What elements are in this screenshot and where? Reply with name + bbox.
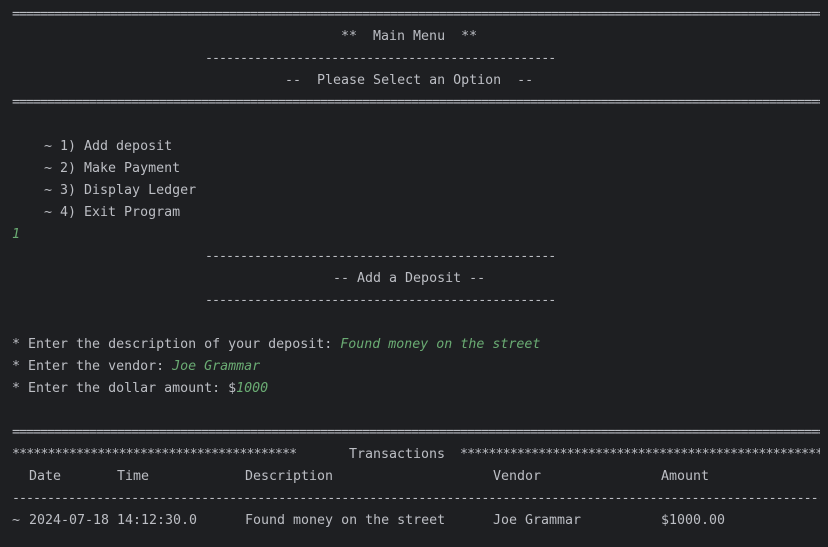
header-amount: Amount: [661, 469, 710, 484]
single-rule: ----------------------------------------…: [205, 51, 556, 66]
menu-subtitle: -- Please Select an Option --: [285, 73, 534, 88]
header-date: Date: [29, 469, 62, 484]
header-description: Description: [245, 469, 334, 484]
header-time: Time: [117, 469, 150, 484]
prompt-vendor-label: * Enter the vendor:: [12, 359, 173, 374]
vendor-input-value: Joe Grammar: [172, 359, 261, 374]
description-input-value: Found money on the street: [340, 337, 541, 352]
menu-option-display-ledger: ~ 3) Display Ledger: [44, 183, 197, 198]
prompt-description-line: * Enter the description of your deposit:…: [12, 334, 540, 356]
add-deposit-title: -- Add a Deposit --: [333, 271, 486, 286]
main-menu-title: ** Main Menu **: [341, 29, 478, 44]
double-rule: ========================================…: [12, 95, 820, 110]
single-rule: ----------------------------------------…: [12, 491, 820, 506]
run-console-output: ========================================…: [0, 0, 828, 547]
row-amount: $1000.00: [661, 513, 726, 528]
single-rule: ----------------------------------------…: [205, 293, 556, 308]
menu-option-make-payment: ~ 2) Make Payment: [44, 161, 181, 176]
menu-option-exit-program: ~ 4) Exit Program: [44, 205, 181, 220]
header-vendor: Vendor: [493, 469, 542, 484]
prompt-amount-label: * Enter the dollar amount: $: [12, 381, 237, 396]
menu-option-add-deposit: ~ 1) Add deposit: [44, 139, 173, 154]
row-vendor: Joe Grammar: [493, 513, 582, 528]
row-description: Found money on the street: [245, 513, 446, 528]
double-rule: ========================================…: [12, 425, 820, 440]
single-rule: ----------------------------------------…: [205, 249, 556, 264]
stars-right: ****************************************…: [460, 447, 820, 462]
prompt-description-label: * Enter the description of your deposit:: [12, 337, 341, 352]
row-date: 2024-07-18: [29, 513, 110, 528]
row-time: 14:12:30.0: [117, 513, 198, 528]
stars-left: ****************************************: [12, 447, 297, 462]
user-choice-input: 1: [12, 227, 21, 242]
prompt-vendor-line: * Enter the vendor: Joe Grammar: [12, 356, 260, 378]
prompt-amount-line: * Enter the dollar amount: $1000: [12, 378, 268, 400]
transactions-title: Transactions: [349, 447, 446, 462]
amount-input-value: 1000: [236, 381, 269, 396]
double-rule: ========================================…: [12, 7, 820, 22]
row-prefix: ~: [12, 513, 21, 528]
